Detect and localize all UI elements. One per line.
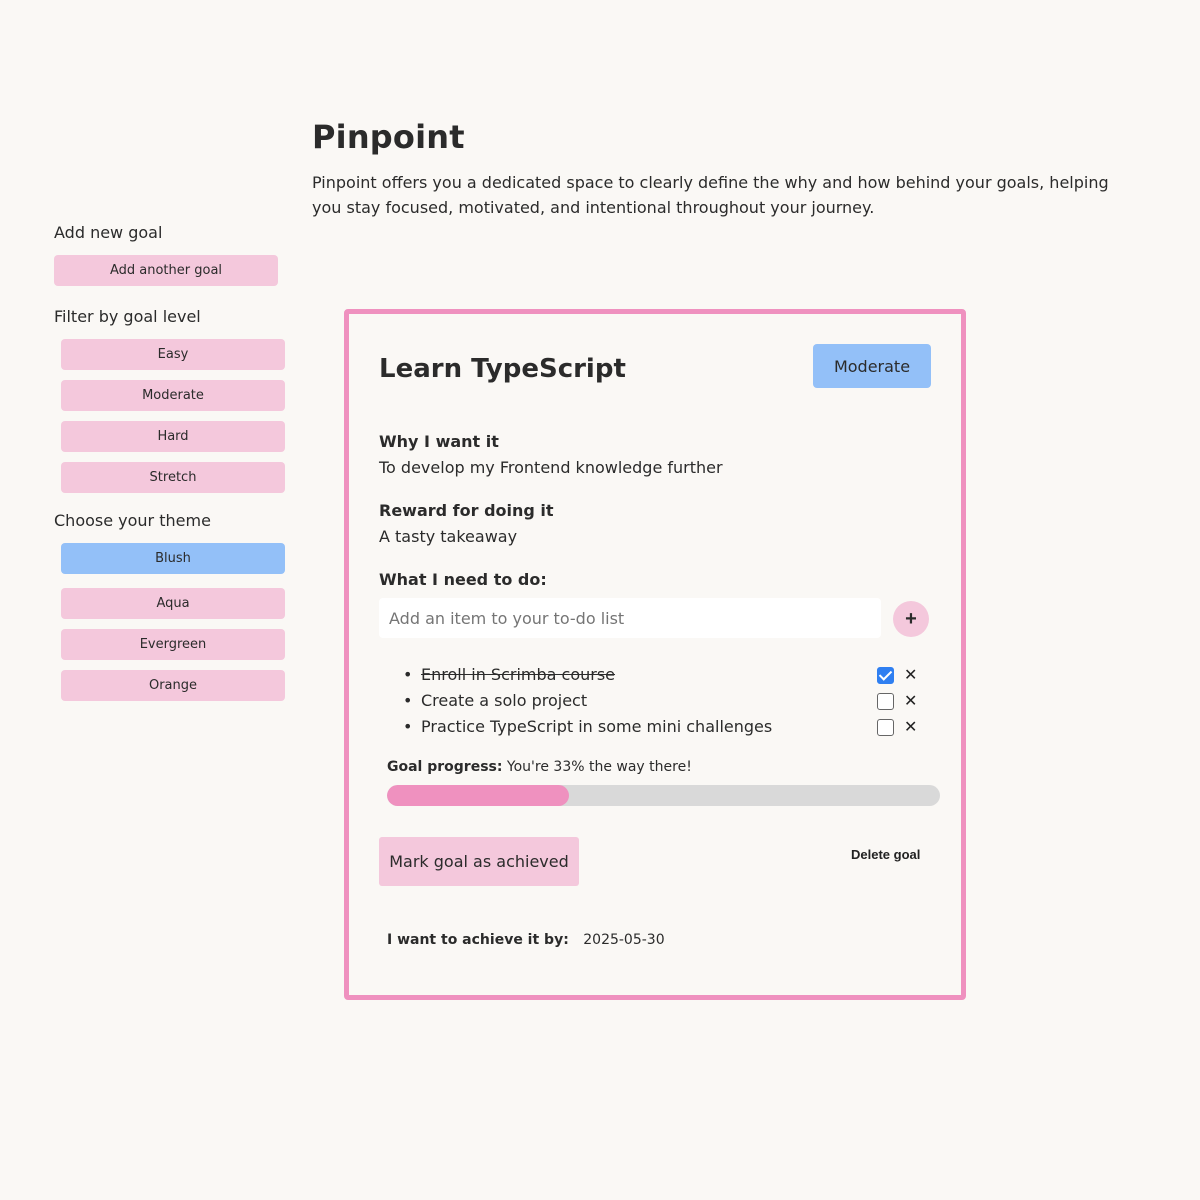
goal-card: Learn TypeScript Moderate Why I want it … xyxy=(344,309,966,1000)
page-header: Pinpoint Pinpoint offers you a dedicated… xyxy=(312,118,1142,220)
todo-item-text: Practice TypeScript in some mini challen… xyxy=(421,717,773,736)
todo-label: What I need to do: xyxy=(379,570,547,589)
delete-todo-icon[interactable]: ✕ xyxy=(904,662,917,688)
bullet-icon: • xyxy=(403,717,413,736)
theme-aqua-button[interactable]: Aqua xyxy=(61,588,285,619)
bullet-icon: • xyxy=(403,665,413,684)
level-filter-list: Easy Moderate Hard Stretch xyxy=(61,339,294,493)
sidebar: Add new goal Add another goal Filter by … xyxy=(54,222,294,711)
progress-label: Goal progress: You're 33% the way there! xyxy=(387,757,692,777)
theme-evergreen-button[interactable]: Evergreen xyxy=(61,629,285,660)
todo-item-text: Create a solo project xyxy=(421,691,588,710)
todo-section: What I need to do: xyxy=(379,569,547,591)
reward-label: Reward for doing it xyxy=(379,501,554,520)
reward-section: Reward for doing it A tasty takeaway xyxy=(379,500,554,549)
deadline-label: I want to achieve it by: xyxy=(387,932,569,948)
reward-value: A tasty takeaway xyxy=(379,527,518,546)
todo-item: • Practice TypeScript in some mini chall… xyxy=(401,714,921,740)
why-label: Why I want it xyxy=(379,432,499,451)
progress-label-title: Goal progress: xyxy=(387,759,503,775)
mark-achieved-button[interactable]: Mark goal as achieved xyxy=(379,837,579,886)
bullet-icon: • xyxy=(403,691,413,710)
todo-checkbox[interactable] xyxy=(877,693,894,710)
page-title: Pinpoint xyxy=(312,118,465,156)
why-section: Why I want it To develop my Frontend kno… xyxy=(379,431,723,480)
filter-heading: Filter by goal level xyxy=(54,307,201,326)
filter-hard-button[interactable]: Hard xyxy=(61,421,285,452)
deadline: I want to achieve it by: 2025-05-30 xyxy=(387,930,665,950)
theme-list: Blush Aqua Evergreen Orange xyxy=(61,543,294,701)
progress-text: You're 33% the way there! xyxy=(506,759,692,775)
goal-level-badge[interactable]: Moderate xyxy=(813,344,931,388)
todo-item: • Enroll in Scrimba course ✕ xyxy=(401,662,921,688)
filter-stretch-button[interactable]: Stretch xyxy=(61,462,285,493)
delete-todo-icon[interactable]: ✕ xyxy=(904,688,917,714)
goal-title: Learn TypeScript xyxy=(379,354,626,384)
delete-todo-icon[interactable]: ✕ xyxy=(904,714,917,740)
progress-bar-fill xyxy=(387,785,570,806)
theme-orange-button[interactable]: Orange xyxy=(61,670,285,701)
add-goal-heading: Add new goal xyxy=(54,223,163,242)
todo-checkbox[interactable] xyxy=(877,667,894,684)
delete-goal-button[interactable]: Delete goal xyxy=(851,847,920,862)
todo-checkbox[interactable] xyxy=(877,719,894,736)
deadline-value: 2025-05-30 xyxy=(583,932,665,948)
todo-input[interactable] xyxy=(379,598,881,638)
todo-item: • Create a solo project ✕ xyxy=(401,688,921,714)
theme-blush-button[interactable]: Blush xyxy=(61,543,285,574)
progress-bar xyxy=(387,785,940,806)
app-page: Pinpoint Pinpoint offers you a dedicated… xyxy=(0,0,1200,1200)
why-value: To develop my Frontend knowledge further xyxy=(379,458,723,477)
add-goal-button[interactable]: Add another goal xyxy=(54,255,278,286)
filter-moderate-button[interactable]: Moderate xyxy=(61,380,285,411)
theme-heading: Choose your theme xyxy=(54,511,211,530)
add-todo-button[interactable]: + xyxy=(893,601,929,637)
todo-item-text: Enroll in Scrimba course xyxy=(421,665,616,684)
todo-list: • Enroll in Scrimba course ✕ • Create a … xyxy=(401,662,921,740)
page-description: Pinpoint offers you a dedicated space to… xyxy=(312,173,1109,217)
filter-easy-button[interactable]: Easy xyxy=(61,339,285,370)
